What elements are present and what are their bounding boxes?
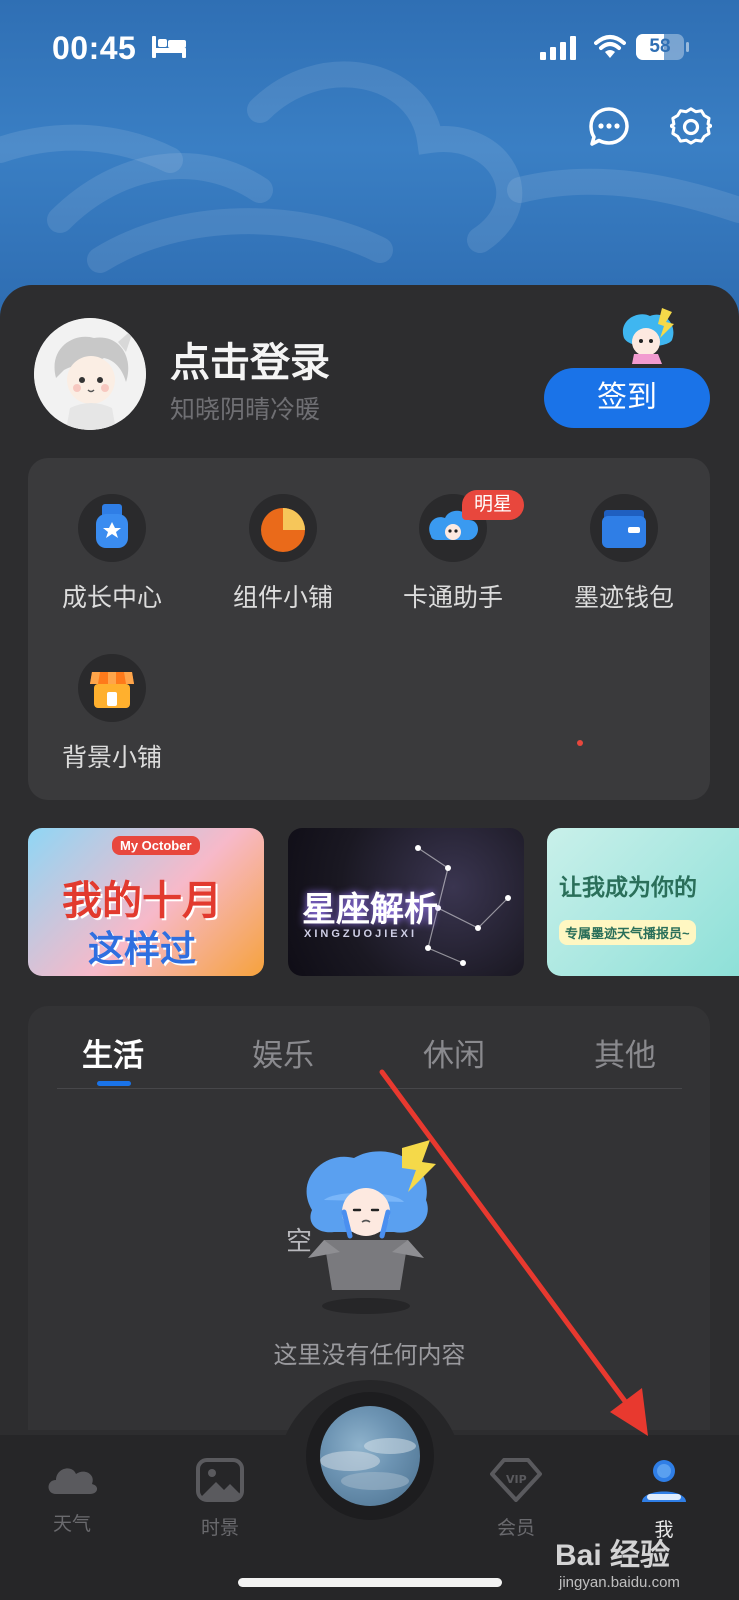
- banner-tag: My October: [112, 836, 200, 855]
- tab-leisure[interactable]: 休闲: [423, 1030, 485, 1075]
- watermark-url: jingyan.baidu.com: [559, 1574, 680, 1591]
- gear-icon[interactable]: [670, 106, 712, 148]
- chat-bubble-icon[interactable]: [588, 106, 630, 148]
- nav-label: 天气: [52, 1514, 91, 1535]
- feature-label: 背景小铺: [61, 744, 162, 772]
- center-weather-button[interactable]: [306, 1392, 434, 1520]
- battery-indicator: 58: [636, 34, 684, 60]
- vip-diamond-icon: VIP: [490, 1458, 542, 1502]
- feature-wallet[interactable]: 墨迹钱包: [544, 494, 704, 614]
- battery-tip: [686, 42, 689, 52]
- medal-icon: [78, 494, 146, 562]
- home-indicator: [238, 1578, 502, 1587]
- banner-weather-broadcaster[interactable]: 让我成为你的 专属墨迹天气播报员~: [547, 828, 739, 976]
- banner-title: 让我成为你的: [559, 874, 697, 900]
- nav-vip[interactable]: VIP 会员: [466, 1458, 566, 1540]
- empty-mascot-icon: 空: [286, 1140, 436, 1314]
- feature-label: 卡通助手: [402, 584, 503, 612]
- battery-percent: 58: [649, 36, 671, 57]
- banner-subtitle: 专属墨迹天气播报员~: [559, 920, 696, 945]
- cellular-signal-icon: [540, 36, 576, 60]
- banner-my-october[interactable]: My October 我的十月 这样过: [28, 828, 264, 976]
- cloud-icon: [48, 1468, 98, 1494]
- notification-dot: [577, 740, 583, 746]
- banner-title: 星座解析: [302, 891, 438, 929]
- avatar[interactable]: [34, 318, 146, 430]
- tab-life[interactable]: 生活: [82, 1030, 144, 1075]
- pie-chart-icon: [249, 494, 317, 562]
- nav-label: 时景: [200, 1518, 239, 1539]
- signin-button[interactable]: 签到: [544, 368, 710, 428]
- tab-other[interactable]: 其他: [594, 1030, 656, 1075]
- feature-background-shop[interactable]: 背景小铺: [32, 654, 192, 774]
- tab-divider: [57, 1088, 682, 1089]
- nav-label: 会员: [496, 1518, 535, 1539]
- wallet-icon: [590, 494, 658, 562]
- login-subtitle: 知晓阴晴冷暖: [170, 396, 321, 424]
- feature-widget-shop[interactable]: 组件小铺: [203, 494, 363, 614]
- image-icon: [196, 1458, 244, 1502]
- baidu-watermark: Bai 经验 jingyan.baidu.com: [555, 1530, 725, 1591]
- avatar-character-icon: [34, 318, 146, 430]
- svg-text:VIP: VIP: [506, 1473, 527, 1486]
- empty-state-message: 这里没有任何内容: [273, 1342, 466, 1369]
- wifi-icon: [594, 35, 626, 58]
- star-badge: 明星: [462, 490, 525, 520]
- banner-subtitle: 这样过: [88, 928, 197, 969]
- empty-mascot-text: 空: [286, 1227, 312, 1257]
- banner-constellation[interactable]: 星座解析 XINGZUOJIEXI: [288, 828, 524, 976]
- banner-title: 我的十月: [62, 879, 222, 923]
- feature-growth-center[interactable]: 成长中心: [32, 494, 192, 614]
- tab-entertainment[interactable]: 娱乐: [252, 1030, 314, 1075]
- watermark-brand: Bai 经验: [555, 1539, 671, 1572]
- status-time: 00:45: [52, 30, 137, 66]
- sky-globe-icon: [320, 1406, 420, 1506]
- mascot-icon: [622, 308, 674, 364]
- shop-icon: [78, 654, 146, 722]
- sleep-mode-icon: [152, 36, 186, 58]
- person-icon: [642, 1460, 686, 1502]
- feature-label: 墨迹钱包: [573, 584, 674, 612]
- feature-label: 成长中心: [61, 584, 162, 612]
- tab-active-indicator: [97, 1081, 131, 1086]
- nav-weather[interactable]: 天气: [22, 1458, 122, 1536]
- status-bar: 00:45 58: [0, 0, 739, 100]
- feature-label: 组件小铺: [232, 584, 333, 612]
- login-title[interactable]: 点击登录: [170, 330, 330, 388]
- banner-subtitle: XINGZUOJIEXI: [304, 928, 418, 940]
- nav-scenery[interactable]: 时景: [170, 1458, 270, 1540]
